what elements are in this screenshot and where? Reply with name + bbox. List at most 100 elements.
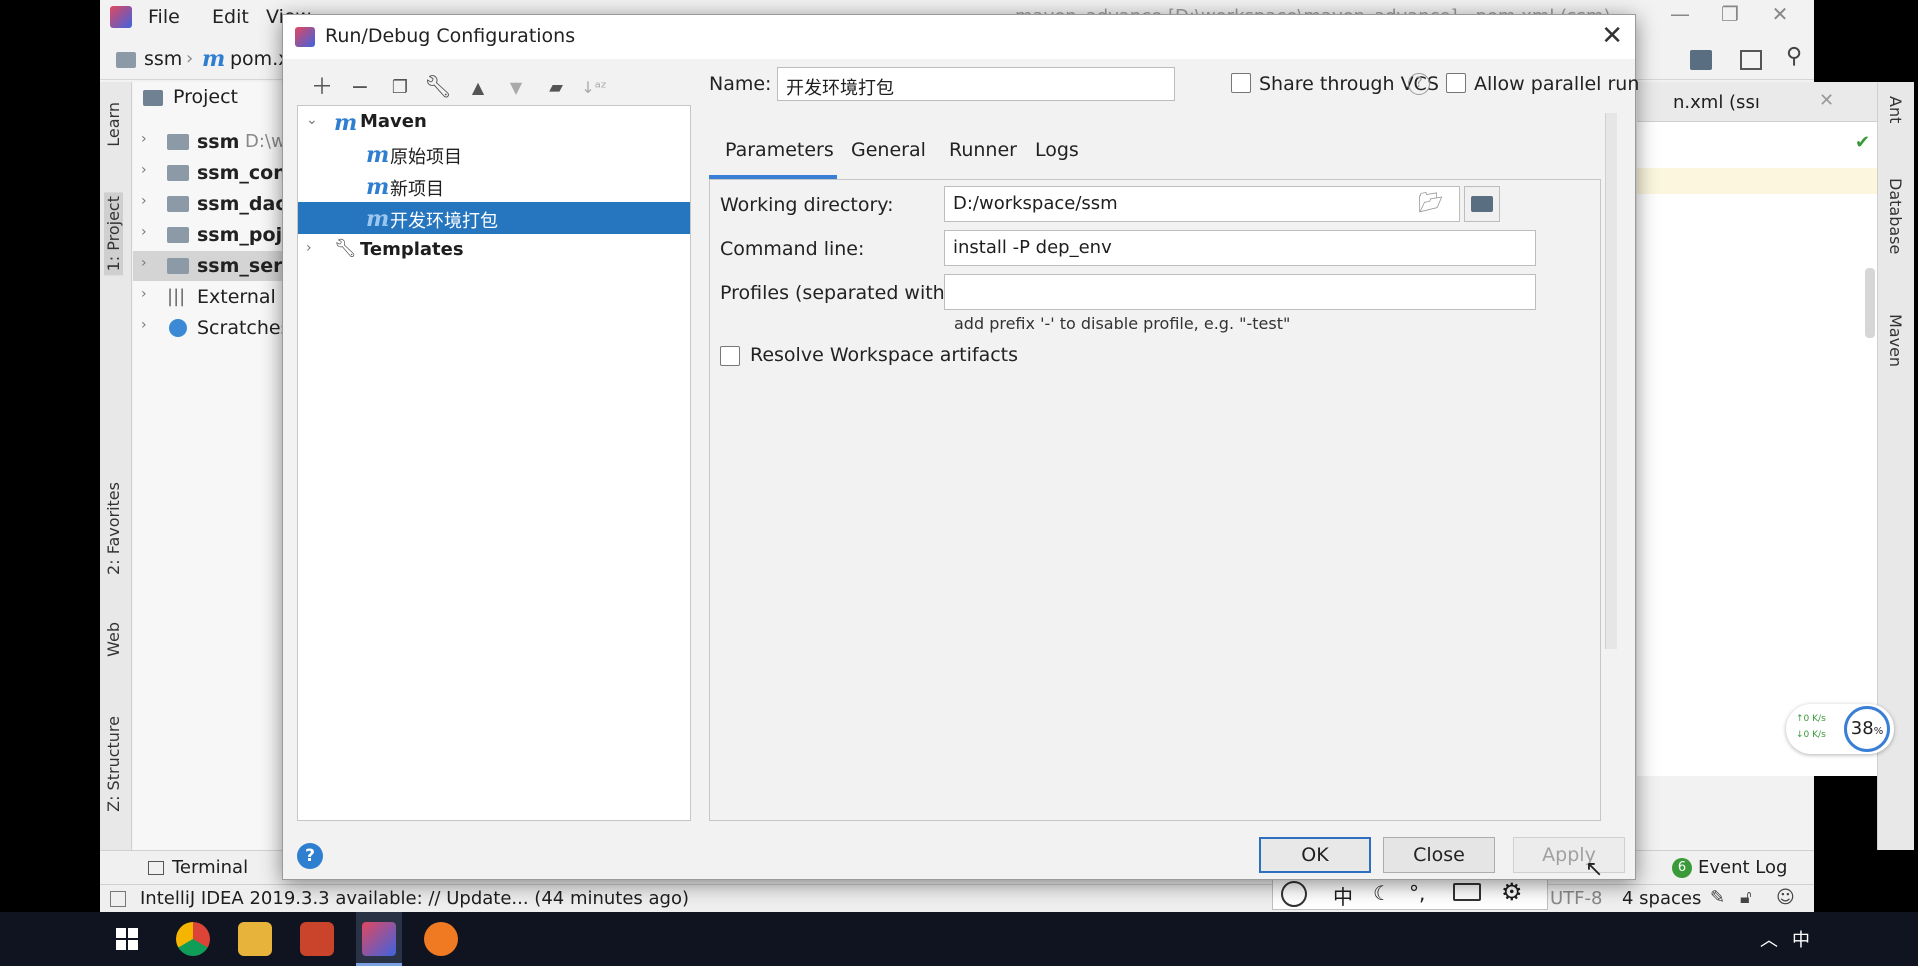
wrench-icon[interactable]: 🔧︎	[421, 71, 455, 105]
profiles-input[interactable]	[944, 274, 1536, 310]
edit-icon[interactable]: ✎	[1710, 887, 1725, 908]
browse-folder-icon[interactable]: 📂︎	[1418, 190, 1443, 214]
upload-speed-value: 0 K/s	[1803, 714, 1826, 724]
inspector-icon[interactable]: ☺	[1776, 887, 1795, 908]
tab-general[interactable]: General	[851, 139, 926, 161]
memory-gauge[interactable]: 38%	[1844, 706, 1890, 752]
remove-config-icon[interactable]: −	[343, 71, 377, 105]
tab-maven[interactable]: Maven	[1886, 314, 1905, 367]
status-toggle-icon[interactable]	[110, 891, 126, 907]
postman-icon[interactable]	[424, 922, 458, 956]
restore-icon[interactable]: ❐	[1710, 2, 1750, 28]
indent-indicator[interactable]: 4 spaces	[1622, 888, 1701, 909]
lock-icon[interactable]: 🔓︎	[1740, 887, 1752, 908]
tree-node-config[interactable]: m 原始项目	[298, 138, 690, 170]
command-line-input[interactable]: install -P dep_env	[944, 230, 1536, 266]
menu-edit[interactable]: Edit	[212, 6, 249, 28]
resolve-workspace-checkbox[interactable]	[720, 346, 740, 366]
tab-parameters[interactable]: Parameters	[725, 139, 834, 161]
editor-scrollbar[interactable]	[1865, 268, 1875, 338]
tray-language[interactable]: 中	[1792, 926, 1810, 952]
memory-percent: 38	[1850, 718, 1874, 739]
event-count-badge: 6	[1672, 858, 1692, 878]
expand-icon: ›	[141, 255, 147, 271]
allow-parallel-label: Allow parallel run	[1474, 73, 1640, 95]
help-icon[interactable]: ?	[1408, 73, 1430, 95]
move-up-icon[interactable]: ▲	[461, 71, 495, 105]
tab-project[interactable]: 1: Project	[104, 192, 123, 276]
search-icon[interactable]: ⚲	[1786, 44, 1802, 69]
breadcrumb-project[interactable]: ssm	[144, 48, 182, 70]
share-vcs-checkbox[interactable]	[1231, 73, 1251, 93]
punctuation-icon[interactable]: °,	[1409, 881, 1425, 905]
copy-config-icon[interactable]: ❐	[383, 71, 417, 105]
tree-node-label: 原始项目	[390, 147, 462, 168]
encoding-indicator[interactable]: UTF-8	[1550, 888, 1602, 909]
tab-learn[interactable]: Learn	[104, 102, 123, 147]
run-window-icon[interactable]	[1740, 50, 1762, 70]
ok-button[interactable]: OK	[1259, 837, 1371, 873]
add-config-icon[interactable]: ＋	[305, 71, 339, 105]
chrome-icon[interactable]	[176, 922, 210, 956]
terminal-icon	[148, 861, 164, 875]
editor-tabbar: n.xml (ssı ✕	[1637, 82, 1877, 122]
event-log-tab[interactable]: Event Log	[1698, 857, 1787, 878]
new-folder-icon[interactable]: ▰	[539, 71, 573, 105]
tab-web[interactable]: Web	[104, 622, 123, 657]
collapse-icon: ⌄	[306, 112, 318, 128]
breadcrumb-file[interactable]: pom.x	[230, 48, 289, 70]
dialog-scrollbar[interactable]	[1605, 113, 1617, 649]
tab-database[interactable]: Database	[1886, 178, 1905, 254]
ime-language[interactable]: 中	[1333, 881, 1353, 910]
tree-node-config-selected[interactable]: m 开发环境打包	[298, 202, 690, 234]
menu-file[interactable]: File	[148, 6, 180, 28]
windows-start-icon[interactable]	[116, 928, 138, 950]
move-down-icon[interactable]: ▼	[499, 71, 533, 105]
terminal-tab[interactable]: Terminal	[172, 857, 248, 878]
tree-node-config[interactable]: m 新项目	[298, 170, 690, 202]
ime-logo-icon[interactable]	[1281, 881, 1307, 907]
apply-button[interactable]: Apply	[1513, 837, 1625, 873]
status-message[interactable]: IntelliJ IDEA 2019.3.3 available: // Upd…	[140, 888, 689, 909]
allow-parallel-checkbox[interactable]	[1446, 73, 1466, 93]
moon-icon[interactable]: ☾	[1373, 881, 1391, 905]
close-tab-icon[interactable]: ✕	[1819, 90, 1834, 111]
working-dir-input[interactable]: D:/workspace/ssm	[944, 186, 1460, 222]
tree-node-maven[interactable]: ⌄ m Maven	[298, 106, 690, 138]
project-item-label: External L	[197, 286, 293, 308]
tab-logs[interactable]: Logs	[1035, 139, 1079, 161]
expand-icon: ›	[141, 162, 147, 178]
name-input[interactable]: 开发环境打包	[777, 67, 1175, 101]
file-explorer-icon[interactable]	[238, 922, 272, 956]
download-speed: ↓0 K/s	[1796, 730, 1826, 740]
project-structure-icon[interactable]	[1690, 50, 1712, 70]
name-label: Name:	[709, 73, 772, 95]
tab-ant[interactable]: Ant	[1886, 96, 1905, 123]
down-arrow-icon: ↓	[1796, 730, 1804, 740]
maven-icon: m	[366, 174, 390, 200]
module-dir-button[interactable]	[1464, 186, 1500, 222]
expand-icon: ›	[141, 224, 147, 240]
powerpoint-icon[interactable]	[300, 922, 334, 956]
close-window-icon[interactable]: ✕	[1760, 2, 1800, 28]
project-panel-title[interactable]: Project	[173, 86, 238, 108]
settings-gear-icon[interactable]: ⚙	[1501, 878, 1523, 906]
close-button[interactable]: Close	[1383, 837, 1495, 873]
sort-icon[interactable]: ↓ᵃᶻ	[577, 71, 611, 105]
maven-icon: m	[366, 206, 390, 232]
tab-structure[interactable]: Z: Structure	[104, 716, 123, 812]
dialog-help-icon[interactable]: ?	[297, 843, 323, 869]
intellij-taskbar-item[interactable]	[356, 912, 402, 966]
dialog-close-icon[interactable]: ✕	[1601, 21, 1623, 51]
module-folder-icon	[1471, 196, 1493, 212]
tab-favorites[interactable]: 2: Favorites	[104, 482, 123, 575]
minimize-icon[interactable]: —	[1660, 2, 1700, 28]
project-item-label: ssm	[197, 131, 240, 153]
keyboard-icon[interactable]	[1453, 883, 1481, 901]
tree-node-templates[interactable]: › 🔧︎ Templates	[298, 234, 690, 266]
tree-node-label: Templates	[360, 239, 464, 260]
scratches-icon	[169, 319, 187, 337]
tab-runner[interactable]: Runner	[949, 139, 1017, 161]
editor-tab-label[interactable]: n.xml (ssı	[1673, 92, 1760, 113]
tray-chevron-icon[interactable]: ︿	[1760, 926, 1778, 952]
